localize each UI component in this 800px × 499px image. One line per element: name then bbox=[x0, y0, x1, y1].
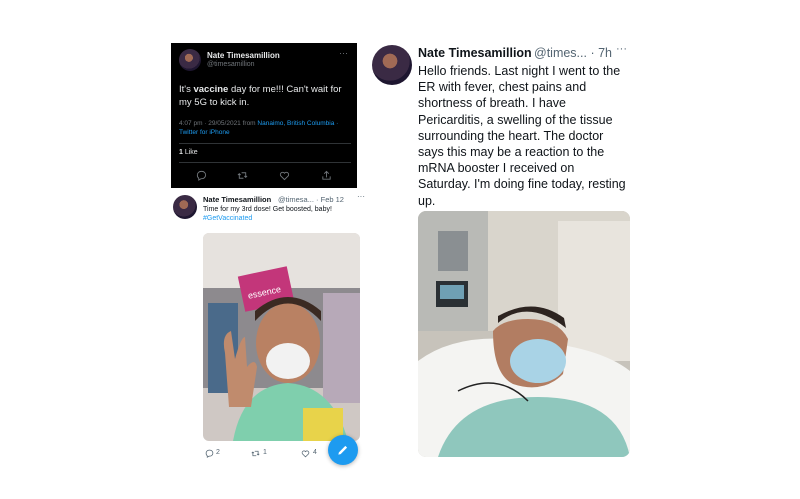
tweet-text: It's vaccine day for me!!! Can't wait fo… bbox=[179, 83, 354, 109]
booster-tweet-card[interactable]: Nate Timesamillion @timesa... · Feb 12 ·… bbox=[171, 191, 371, 461]
avatar[interactable] bbox=[372, 45, 412, 85]
author-name[interactable]: Nate Timesamillion bbox=[203, 195, 271, 204]
author-name[interactable]: Nate Timesamillion bbox=[207, 51, 280, 60]
tweet-meta: 4:07 pm · 29/05/2021 from Nanaimo, Briti… bbox=[179, 119, 354, 137]
like-count: 4 bbox=[313, 449, 317, 456]
hashtag-link[interactable]: #GetVaccinated bbox=[203, 214, 373, 223]
tweet-text-bold: vaccine bbox=[193, 84, 229, 95]
author-name[interactable]: Nate Timesamillion bbox=[418, 46, 532, 60]
timestamp[interactable]: 4:07 pm · 29/05/2021 from bbox=[179, 120, 257, 127]
location-link[interactable]: Nanaimo, British Columbia bbox=[257, 120, 334, 127]
reply-icon[interactable] bbox=[205, 449, 214, 458]
divider bbox=[179, 162, 351, 163]
tweet-text-start: It's bbox=[179, 84, 194, 95]
likes-summary[interactable]: 1 Like bbox=[179, 149, 198, 156]
dark-tweet-card[interactable]: Nate Timesamillion @timesamillion ··· It… bbox=[171, 43, 357, 188]
tweet-text: Time for my 3rd dose! Get boosted, baby!… bbox=[203, 205, 373, 223]
hospital-bed-photo[interactable] bbox=[418, 211, 630, 457]
retweet-count: 1 bbox=[263, 449, 267, 456]
tweet-text-body: Time for my 3rd dose! Get boosted, baby! bbox=[203, 206, 332, 213]
pericarditis-tweet-card[interactable]: Nate Timesamillion @times... · 7h ··· He… bbox=[370, 43, 630, 463]
share-icon[interactable] bbox=[321, 170, 332, 181]
more-icon[interactable]: ··· bbox=[616, 43, 627, 55]
divider bbox=[179, 143, 351, 144]
retweet-icon[interactable] bbox=[237, 170, 248, 181]
compose-button[interactable] bbox=[328, 435, 358, 465]
compose-icon bbox=[338, 445, 348, 455]
tweet-text: Hello friends. Last night I went to the … bbox=[418, 64, 626, 208]
retweet-icon[interactable] bbox=[251, 449, 260, 458]
selfie-photo[interactable]: essence bbox=[203, 233, 360, 441]
author-handle[interactable]: @timesa... · Feb 12 bbox=[278, 195, 344, 204]
reply-count: 2 bbox=[216, 449, 220, 456]
avatar[interactable] bbox=[179, 49, 201, 71]
author-handle[interactable]: @timesamillion bbox=[207, 61, 255, 68]
like-icon[interactable] bbox=[279, 170, 290, 181]
more-icon[interactable]: ··· bbox=[339, 48, 348, 58]
reply-icon[interactable] bbox=[196, 170, 207, 181]
author-handle[interactable]: @times... · 7h bbox=[534, 46, 612, 60]
avatar[interactable] bbox=[173, 195, 197, 219]
like-icon[interactable] bbox=[301, 449, 310, 458]
likes-count: 1 bbox=[179, 149, 183, 156]
more-icon[interactable]: ··· bbox=[357, 192, 365, 201]
likes-label: Like bbox=[184, 149, 198, 156]
